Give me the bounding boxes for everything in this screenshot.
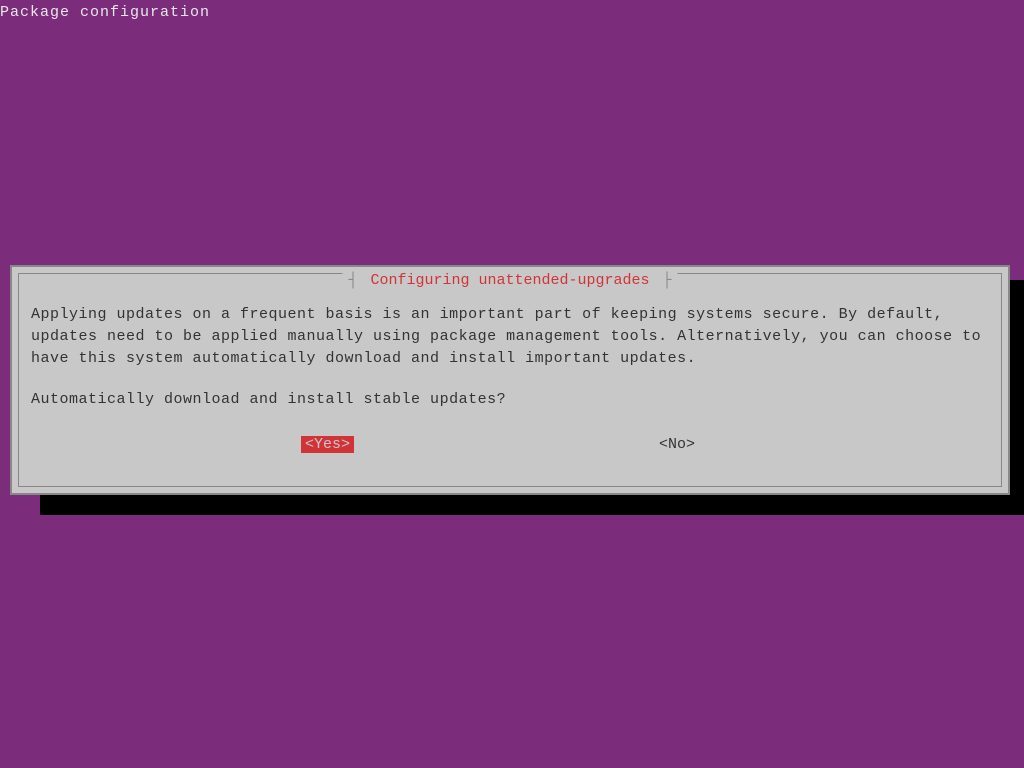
dialog-title: Configuring unattended-upgrades [366,272,653,289]
title-decoration-right: ├ [663,272,672,289]
dialog-prompt: Automatically download and install stabl… [31,391,989,408]
dialog-description: Applying updates on a frequent basis is … [31,304,989,369]
page-title: Package configuration [0,0,1024,21]
dialog-border: ┤ Configuring unattended-upgrades ├ Appl… [18,273,1002,487]
title-decoration-left: ┤ [348,272,357,289]
dialog-buttons: <Yes> <No> [31,436,989,453]
yes-button[interactable]: <Yes> [301,436,354,453]
dialog-content: Applying updates on a frequent basis is … [19,274,1001,465]
dialog-box: ┤ Configuring unattended-upgrades ├ Appl… [10,265,1010,495]
dialog-title-wrapper: ┤ Configuring unattended-upgrades ├ [342,272,677,289]
no-button[interactable]: <No> [659,436,695,453]
